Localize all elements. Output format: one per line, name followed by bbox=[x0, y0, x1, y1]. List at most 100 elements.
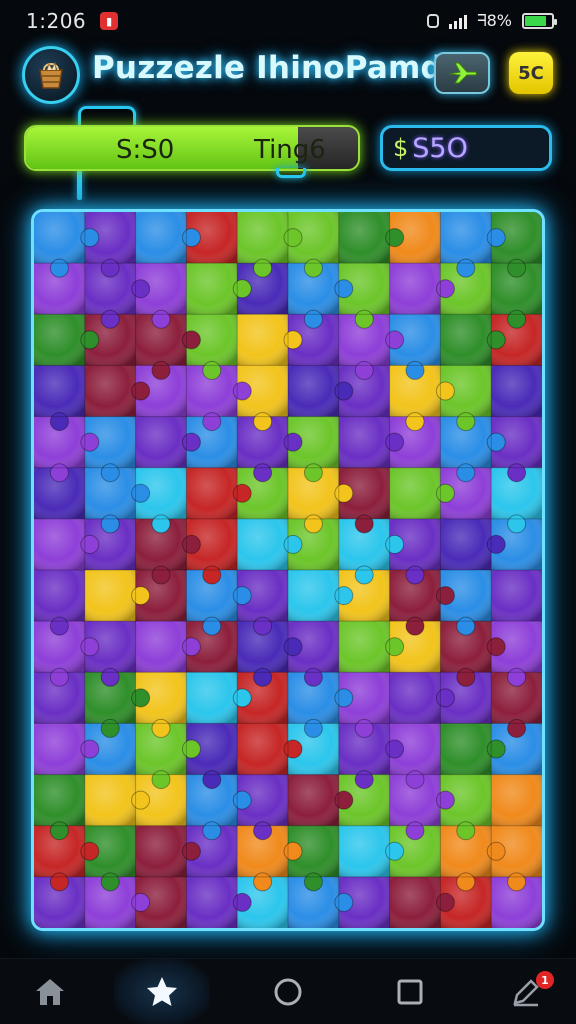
puzzle-piece[interactable] bbox=[338, 416, 391, 469]
puzzle-knob bbox=[283, 637, 303, 657]
puzzle-piece[interactable] bbox=[237, 212, 289, 264]
puzzle-piece[interactable] bbox=[491, 365, 542, 418]
puzzle-piece[interactable] bbox=[440, 723, 492, 776]
puzzle-knob bbox=[456, 821, 476, 841]
money-amount: S5O bbox=[412, 132, 468, 164]
puzzle-piece[interactable] bbox=[34, 365, 86, 418]
puzzle-piece[interactable] bbox=[389, 467, 441, 520]
puzzle-knob bbox=[456, 412, 476, 432]
nav-home[interactable] bbox=[2, 959, 98, 1024]
puzzle-knob bbox=[385, 228, 405, 248]
puzzle-piece[interactable] bbox=[440, 314, 492, 366]
puzzle-knob bbox=[456, 616, 476, 636]
puzzle-knob bbox=[507, 667, 527, 687]
puzzle-knob bbox=[151, 770, 171, 790]
puzzle-knob bbox=[507, 718, 527, 738]
puzzle-piece[interactable] bbox=[389, 876, 441, 928]
puzzle-knob bbox=[303, 463, 323, 483]
puzzle-knob bbox=[283, 432, 303, 452]
puzzle-piece[interactable] bbox=[186, 263, 238, 315]
puzzle-piece[interactable] bbox=[84, 365, 137, 418]
puzzle-piece[interactable] bbox=[440, 518, 492, 571]
puzzle-knob bbox=[100, 872, 120, 892]
puzzle-piece[interactable] bbox=[338, 621, 391, 673]
puzzle-piece[interactable] bbox=[288, 774, 340, 827]
nav-home-circle[interactable] bbox=[240, 959, 336, 1024]
puzzle-piece[interactable] bbox=[389, 263, 441, 315]
puzzle-piece[interactable] bbox=[34, 774, 86, 827]
puzzle-piece[interactable] bbox=[288, 365, 340, 418]
puzzle-piece[interactable] bbox=[491, 570, 542, 622]
puzzle-piece[interactable] bbox=[288, 570, 340, 622]
puzzle-piece[interactable] bbox=[237, 314, 289, 366]
puzzle-knob bbox=[283, 330, 303, 350]
puzzle-piece[interactable] bbox=[34, 570, 86, 622]
puzzle-piece[interactable] bbox=[84, 774, 137, 827]
puzzle-knob bbox=[80, 534, 100, 554]
puzzle-knob bbox=[385, 637, 405, 657]
puzzle-knob bbox=[49, 616, 69, 636]
puzzle-piece[interactable] bbox=[135, 212, 187, 264]
puzzle-knob bbox=[303, 718, 323, 738]
send-button[interactable] bbox=[434, 52, 490, 94]
puzzle-grid[interactable] bbox=[34, 212, 542, 928]
nav-favorites[interactable] bbox=[114, 959, 210, 1024]
puzzle-knob bbox=[151, 565, 171, 585]
bottom-nav: 1 bbox=[0, 958, 576, 1024]
puzzle-piece[interactable] bbox=[237, 723, 289, 776]
puzzle-piece[interactable] bbox=[34, 518, 86, 571]
puzzle-knob bbox=[405, 821, 425, 841]
status-bar: 1:206 ▮ ᖷ8% bbox=[0, 0, 576, 42]
bucket-icon bbox=[39, 61, 63, 89]
puzzle-knob bbox=[232, 892, 252, 912]
puzzle-knob bbox=[507, 309, 527, 329]
puzzle-knob bbox=[100, 309, 120, 329]
puzzle-knob bbox=[100, 514, 120, 534]
puzzle-knob bbox=[334, 688, 354, 708]
puzzle-piece[interactable] bbox=[237, 518, 289, 571]
timer-label: Ting6 bbox=[254, 135, 326, 165]
puzzle-knob bbox=[486, 432, 506, 452]
puzzle-knob bbox=[202, 616, 222, 636]
puzzle-piece[interactable] bbox=[338, 825, 391, 878]
puzzle-piece[interactable] bbox=[338, 212, 391, 264]
home-icon bbox=[36, 979, 64, 1005]
puzzle-piece[interactable] bbox=[135, 825, 187, 878]
puzzle-piece[interactable] bbox=[186, 876, 238, 928]
nav-edit[interactable]: 1 bbox=[478, 959, 574, 1024]
puzzle-piece[interactable] bbox=[186, 672, 238, 724]
puzzle-knob bbox=[253, 412, 273, 432]
square-icon bbox=[397, 979, 423, 1005]
puzzle-piece[interactable] bbox=[34, 723, 86, 776]
puzzle-piece[interactable] bbox=[34, 314, 86, 366]
puzzle-knob bbox=[49, 463, 69, 483]
puzzle-knob bbox=[334, 586, 354, 606]
puzzle-piece[interactable] bbox=[135, 416, 187, 469]
app-logo-button[interactable] bbox=[22, 46, 80, 104]
puzzle-knob bbox=[131, 381, 151, 401]
puzzle-piece[interactable] bbox=[440, 212, 492, 264]
puzzle-knob bbox=[49, 412, 69, 432]
puzzle-knob bbox=[202, 565, 222, 585]
puzzle-piece[interactable] bbox=[389, 672, 441, 724]
puzzle-piece[interactable] bbox=[186, 467, 238, 520]
puzzle-knob bbox=[405, 770, 425, 790]
signal-icon bbox=[449, 13, 468, 29]
nav-recents[interactable] bbox=[362, 959, 458, 1024]
coin-button[interactable]: 5C bbox=[509, 52, 553, 94]
puzzle-knob bbox=[131, 688, 151, 708]
puzzle-piece[interactable] bbox=[34, 212, 86, 264]
puzzle-knob bbox=[131, 790, 151, 810]
puzzle-knob bbox=[385, 534, 405, 554]
puzzle-piece[interactable] bbox=[84, 570, 137, 622]
puzzle-knob bbox=[283, 228, 303, 248]
puzzle-piece[interactable] bbox=[135, 621, 187, 673]
puzzle-piece[interactable] bbox=[491, 774, 542, 827]
puzzle-knob bbox=[253, 463, 273, 483]
puzzle-knob bbox=[507, 872, 527, 892]
puzzle-board[interactable] bbox=[31, 209, 545, 931]
puzzle-knob bbox=[486, 330, 506, 350]
battery-percent: ᖷ8% bbox=[477, 11, 512, 30]
puzzle-knob bbox=[181, 841, 201, 861]
puzzle-knob bbox=[80, 432, 100, 452]
